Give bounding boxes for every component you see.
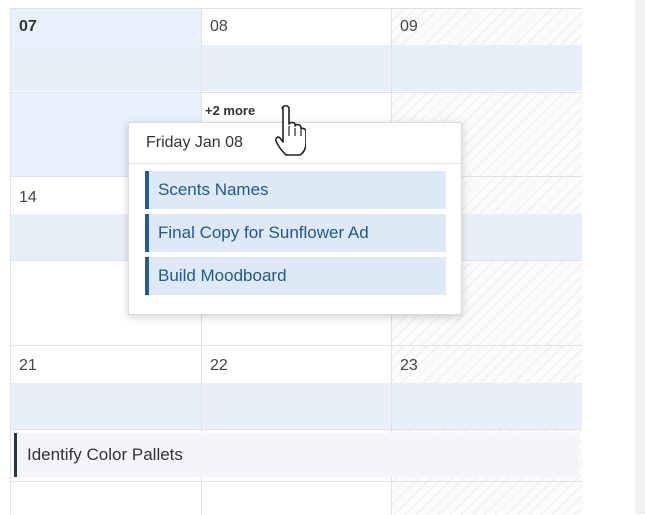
grid-row-divider [11,92,582,93]
day-number-09[interactable]: 09 [400,18,418,36]
popup-event-build-moodboard[interactable]: Build Moodboard [145,257,446,295]
day-number-14[interactable]: 14 [19,189,37,207]
grid-row-divider [11,429,582,430]
event-label: Identify Color Pallets [27,445,183,464]
grid-row-divider [11,345,582,346]
popup-title: Friday Jan 08 [146,134,243,151]
all-day-band-week1 [11,45,582,91]
day-number-21[interactable]: 21 [19,357,37,375]
popup-event-scents-names[interactable]: Scents Names [145,171,446,209]
popup-event-final-copy[interactable]: Final Copy for Sunflower Ad [145,214,446,252]
popup-event-label: Scents Names [158,180,269,199]
hand-pointer-cursor-icon [275,104,306,156]
event-identify-color-pallets[interactable]: Identify Color Pallets [14,433,578,477]
all-day-band-week3 [11,383,582,429]
day-cell-header-07 [11,9,201,45]
more-events-link[interactable]: +2 more [205,103,255,118]
popup-event-label: Final Copy for Sunflower Ad [158,223,369,242]
day-number-07[interactable]: 07 [19,18,37,36]
day-cell-header-09 [392,9,582,45]
day-cell-23[interactable] [392,346,582,515]
window-right-gutter [635,0,645,514]
grid-row-divider [11,481,582,482]
day-number-08[interactable]: 08 [210,18,228,36]
day-number-22[interactable]: 22 [210,357,228,375]
popup-event-label: Build Moodboard [158,266,287,285]
day-number-23[interactable]: 23 [400,357,418,375]
